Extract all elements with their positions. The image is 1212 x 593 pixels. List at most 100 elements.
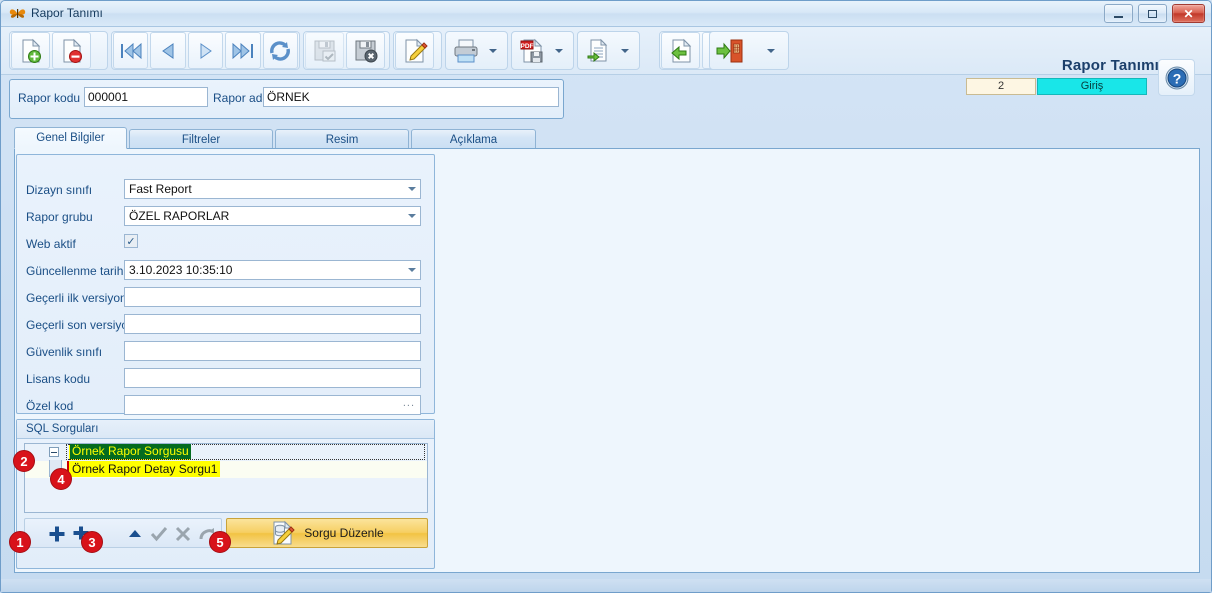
database-pencil-icon <box>273 520 296 545</box>
annotation-badge-1: 1 <box>9 531 31 553</box>
rapor-kodu-input[interactable]: 000001 <box>84 87 208 107</box>
sorgu-duzenle-label: Sorgu Düzenle <box>304 526 384 540</box>
tab-label: Filtreler <box>181 133 221 146</box>
guvenlik-sinifi-input[interactable] <box>124 341 421 361</box>
window-title: Rapor Tanımı <box>31 6 103 20</box>
svg-text:PDF: PDF <box>520 43 533 50</box>
save-button[interactable] <box>305 32 344 69</box>
lisans-kodu-input[interactable] <box>124 368 421 388</box>
tab-aciklama[interactable]: Açıklama <box>411 129 536 149</box>
ozel-kod-input[interactable]: ... <box>124 395 421 415</box>
rapor-adi-input[interactable]: ÖRNEK <box>263 87 559 107</box>
edit-button[interactable] <box>395 32 434 69</box>
tab-label: Resim <box>325 133 359 146</box>
check-icon <box>150 527 168 542</box>
guvenlik-sinifi-label: Güvenlik sınıfı <box>26 345 103 359</box>
tab-genel-bilgiler[interactable]: Genel Bilgiler <box>14 127 127 149</box>
new-record-button[interactable] <box>11 32 50 69</box>
edit-group <box>393 31 442 70</box>
collapse-icon[interactable] <box>49 447 59 457</box>
close-button[interactable]: ✕ <box>1172 4 1205 23</box>
rapor-adi-label: Rapor adı <box>213 91 266 105</box>
exit-dropdown-button[interactable] <box>763 32 779 69</box>
export-pdf-button[interactable]: PDF <box>512 32 551 69</box>
chevron-down-icon <box>408 268 416 272</box>
record-group <box>9 31 108 70</box>
copy-dropdown-button[interactable] <box>617 32 633 69</box>
web-aktif-label: Web aktif <box>26 237 76 251</box>
field-row-gecerli-ilk-versiyon: Geçerli ilk versiyon <box>17 285 434 312</box>
field-row-lisans-kodu: Lisans kodu <box>17 366 434 393</box>
minimize-button[interactable] <box>1104 4 1133 23</box>
dizayn-sinifi-label: Dizayn sınıfı <box>26 183 93 197</box>
rapor-grubu-combo[interactable]: ÖZEL RAPORLAR <box>124 206 421 226</box>
main-toolbar: PDF Rapor Tanımı 2 Giriş ? <box>1 27 1211 96</box>
chevron-down-icon <box>767 48 775 53</box>
tree-node-child[interactable]: Örnek Rapor Detay Sorgu1 <box>25 460 427 478</box>
move-up-button[interactable] <box>123 522 147 546</box>
export-pdf-dropdown-button[interactable] <box>551 32 567 69</box>
first-record-button[interactable] <box>113 32 149 69</box>
annotation-badge-3: 3 <box>81 531 103 553</box>
tab-filtreler[interactable]: Filtreler <box>129 129 273 149</box>
maximize-icon <box>1139 5 1166 22</box>
ozel-kod-label: Özel kod <box>26 399 74 413</box>
add-query-button[interactable] <box>45 522 69 546</box>
next-record-button[interactable] <box>187 32 224 69</box>
sorgu-duzenle-button[interactable]: Sorgu Düzenle <box>226 518 428 548</box>
exit-button[interactable] <box>710 32 749 69</box>
field-row-ozel-kod: Özel kod ... <box>17 393 434 420</box>
minimize-icon <box>1105 5 1132 22</box>
guncellenme-tarihi-combo[interactable]: 3.10.2023 10:35:10 <box>124 260 421 280</box>
cancel-button[interactable] <box>171 522 195 546</box>
lisans-kodu-label: Lisans kodu <box>26 372 91 386</box>
confirm-button[interactable] <box>147 522 171 546</box>
maximize-button[interactable] <box>1138 4 1167 23</box>
sql-mini-toolbar <box>24 518 222 548</box>
field-row-guvenlik-sinifi: Güvenlik sınıfı <box>17 339 434 366</box>
delete-record-button[interactable] <box>52 32 91 69</box>
dizayn-sinifi-combo[interactable]: Fast Report <box>124 179 421 199</box>
last-record-button[interactable] <box>225 32 261 69</box>
tree-node-parent[interactable]: Örnek Rapor Sorgusu <box>25 444 427 460</box>
cancel-save-button[interactable] <box>346 32 385 69</box>
status-badge: Giriş <box>1037 78 1147 95</box>
chevron-down-icon <box>489 48 497 53</box>
tab-resim[interactable]: Resim <box>275 129 409 149</box>
plus-icon <box>49 526 65 542</box>
copy-records-button[interactable] <box>578 32 617 69</box>
ellipsis-button[interactable]: ... <box>403 397 415 409</box>
gecerli-son-versiyon-label: Geçerli son versiyon <box>26 318 135 332</box>
annotation-badge-5: 5 <box>209 531 231 553</box>
field-row-guncellenme-tarihi: Güncellenme tarihi 3.10.2023 10:35:10 <box>17 258 434 285</box>
print-dropdown-button[interactable] <box>485 32 501 69</box>
gecerli-son-versiyon-input[interactable] <box>124 314 421 334</box>
sql-queries-tree[interactable]: Örnek Rapor Sorgusu Örnek Rapor Detay So… <box>24 443 428 513</box>
chevron-down-icon <box>408 214 416 218</box>
title-bar: Rapor Tanımı ✕ <box>1 1 1211 27</box>
gecerli-ilk-versiyon-input[interactable] <box>124 287 421 307</box>
butterfly-icon <box>9 6 26 22</box>
web-aktif-checkbox[interactable]: ✓ <box>124 234 138 248</box>
application-window: Rapor Tanımı ✕ PDF Rapor Tanımı 2 Giriş … <box>0 0 1212 593</box>
field-row-rapor-grubu: Rapor grubu ÖZEL RAPORLAR <box>17 204 434 231</box>
help-button[interactable]: ? <box>1158 59 1195 96</box>
gecerli-ilk-versiyon-label: Geçerli ilk versiyon <box>26 291 127 305</box>
export-group: PDF <box>511 31 574 70</box>
refresh-button[interactable] <box>262 32 299 69</box>
close-icon: ✕ <box>1183 6 1194 21</box>
sql-queries-caption: SQL Sorguları <box>17 420 434 439</box>
question-mark-icon: ? <box>1165 66 1188 89</box>
previous-record-button[interactable] <box>150 32 186 69</box>
field-row-gecerli-son-versiyon: Geçerli son versiyon <box>17 312 434 339</box>
report-code-panel: Rapor kodu 000001 Rapor adı ÖRNEK <box>9 79 564 119</box>
back-button[interactable] <box>661 32 700 69</box>
page-title: Rapor Tanımı <box>1061 57 1159 74</box>
tab-page-genel-bilgiler: Dizayn sınıfı Fast Report Rapor grubu ÖZ… <box>14 148 1200 573</box>
tree-node-parent-label: Örnek Rapor Sorgusu <box>70 444 191 459</box>
tab-label: Genel Bilgiler <box>36 132 105 144</box>
print-button[interactable] <box>446 32 485 69</box>
field-row-web-aktif: Web aktif ✓ <box>17 231 434 258</box>
tab-strip: Genel Bilgiler Filtreler Resim Açıklama <box>14 127 1200 149</box>
x-icon <box>175 526 191 542</box>
